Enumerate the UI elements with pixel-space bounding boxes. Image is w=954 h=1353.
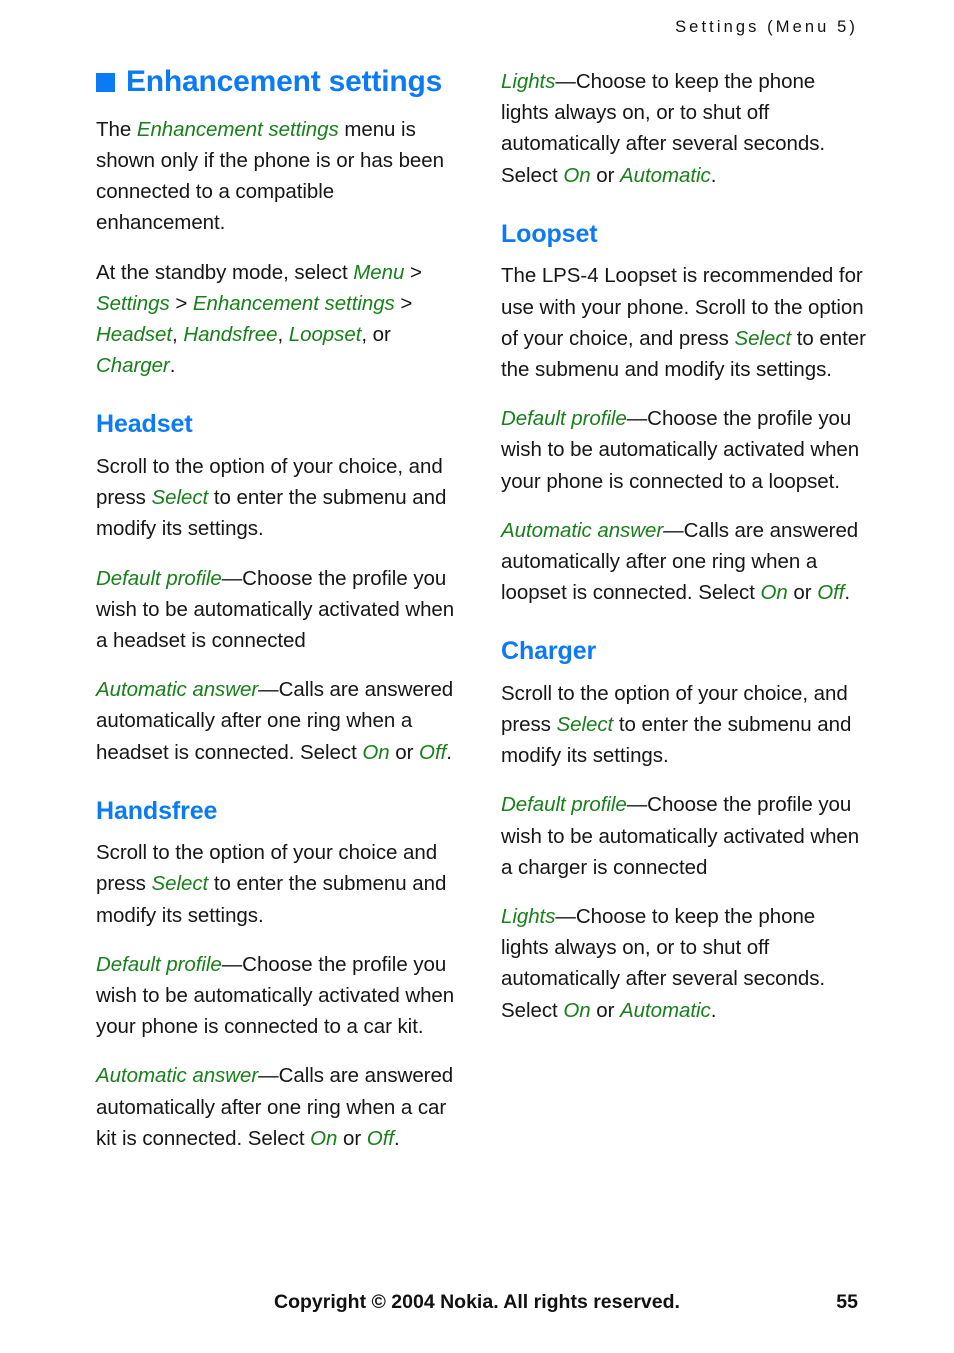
charger-intro-paragraph: Scroll to the option of your choice, and…: [501, 678, 868, 772]
ui-term: Default profile: [501, 407, 627, 431]
page-content: Enhancement settings The Enhancement set…: [96, 66, 868, 1154]
running-header: Settings (Menu 5): [675, 18, 858, 36]
ui-term: Automatic answer: [501, 518, 664, 542]
headset-default-profile-paragraph: Default profile—Choose the profile you w…: [96, 563, 463, 657]
text-segment: ,: [172, 323, 184, 347]
text-segment: >: [394, 291, 413, 315]
page-title: Enhancement settings: [96, 66, 463, 98]
handsfree-automatic-answer-paragraph: Automatic answer—Calls are answered auto…: [96, 1060, 463, 1154]
text-segment: .: [844, 581, 851, 605]
ui-term: On: [310, 1126, 338, 1150]
text-segment: , or: [361, 323, 391, 347]
copyright-notice: Copyright © 2004 Nokia. All rights reser…: [274, 1291, 680, 1313]
ui-term: Automatic: [620, 998, 711, 1022]
ui-term: On: [563, 998, 591, 1022]
text-segment: ,: [277, 323, 289, 347]
charger-lights-paragraph: Lights—Choose to keep the phone lights a…: [501, 901, 868, 1026]
text-segment: The: [96, 117, 137, 141]
ui-term: Settings: [96, 291, 170, 315]
text-segment: At the standby mode, select: [96, 260, 354, 284]
ui-term: Lights: [501, 70, 556, 93]
text-segment: .: [393, 1126, 400, 1150]
section-heading-loopset: Loopset: [501, 219, 598, 248]
text-segment: or: [787, 581, 818, 605]
loopset-automatic-answer-paragraph: Automatic answer—Calls are answered auto…: [501, 515, 868, 609]
handsfree-default-profile-paragraph: Default profile—Choose the profile you w…: [96, 949, 463, 1043]
ui-term: Lights: [501, 905, 556, 929]
page-number: 55: [836, 1291, 858, 1313]
ui-term: Select: [734, 326, 792, 350]
section-heading-handsfree: Handsfree: [96, 796, 218, 825]
text-segment: >: [169, 291, 193, 315]
loopset-intro-paragraph: The LPS-4 Loopset is recommended for use…: [501, 260, 868, 385]
left-column: Enhancement settings The Enhancement set…: [96, 66, 463, 1154]
text-segment: .: [169, 354, 176, 378]
right-column: Lights—Choose to keep the phone lights a…: [501, 66, 868, 1154]
text-segment: or: [337, 1126, 367, 1150]
text-segment: .: [710, 998, 717, 1022]
headset-intro-paragraph: Scroll to the option of your choice, and…: [96, 451, 463, 545]
ui-term: Loopset: [288, 323, 362, 347]
ui-term: Automatic answer: [96, 1064, 259, 1088]
text-segment: or: [590, 163, 620, 187]
ui-term: Headset: [96, 323, 173, 347]
ui-term: Enhancement settings: [192, 291, 395, 315]
section-heading-charger: Charger: [501, 637, 597, 666]
ui-term: Off: [817, 581, 845, 605]
ui-term: Handsfree: [183, 323, 278, 347]
intro-paragraph-2: At the standby mode, select Menu > Setti…: [96, 257, 463, 382]
ui-term: Default profile: [96, 952, 222, 976]
charger-default-profile-paragraph: Default profile—Choose the profile you w…: [501, 789, 868, 883]
ui-term: On: [362, 740, 390, 764]
ui-term: Default profile: [501, 793, 627, 817]
text-segment: or: [590, 998, 620, 1022]
handsfree-lights-paragraph: Lights—Choose to keep the phone lights a…: [501, 66, 868, 191]
loopset-default-profile-paragraph: Default profile—Choose the profile you w…: [501, 403, 868, 497]
ui-term: Off: [366, 1126, 394, 1150]
headset-automatic-answer-paragraph: Automatic answer—Calls are answered auto…: [96, 674, 463, 768]
ui-term: Charger: [96, 354, 170, 378]
page-footer: Copyright © 2004 Nokia. All rights reser…: [96, 1291, 858, 1317]
ui-term: Select: [556, 713, 614, 737]
ui-term: Menu: [353, 260, 405, 284]
ui-term: Automatic answer: [96, 678, 259, 702]
square-bullet-icon: [96, 73, 115, 93]
text-segment: >: [404, 260, 422, 284]
ui-term: Off: [419, 740, 447, 764]
text-segment: or: [389, 740, 420, 764]
ui-term: Select: [151, 872, 209, 896]
ui-term: On: [760, 581, 788, 605]
handsfree-intro-paragraph: Scroll to the option of your choice and …: [96, 837, 463, 931]
ui-term: Enhancement settings: [136, 117, 339, 141]
text-segment: .: [710, 163, 717, 187]
ui-term: Automatic: [620, 163, 711, 187]
ui-term: Default profile: [96, 566, 222, 590]
ui-term: Select: [151, 486, 209, 510]
intro-paragraph-1: The Enhancement settings menu is shown o…: [96, 114, 463, 239]
text-segment: .: [446, 740, 452, 764]
section-heading-headset: Headset: [96, 410, 193, 439]
ui-term: On: [563, 163, 591, 187]
page-title-text: Enhancement settings: [126, 65, 443, 98]
